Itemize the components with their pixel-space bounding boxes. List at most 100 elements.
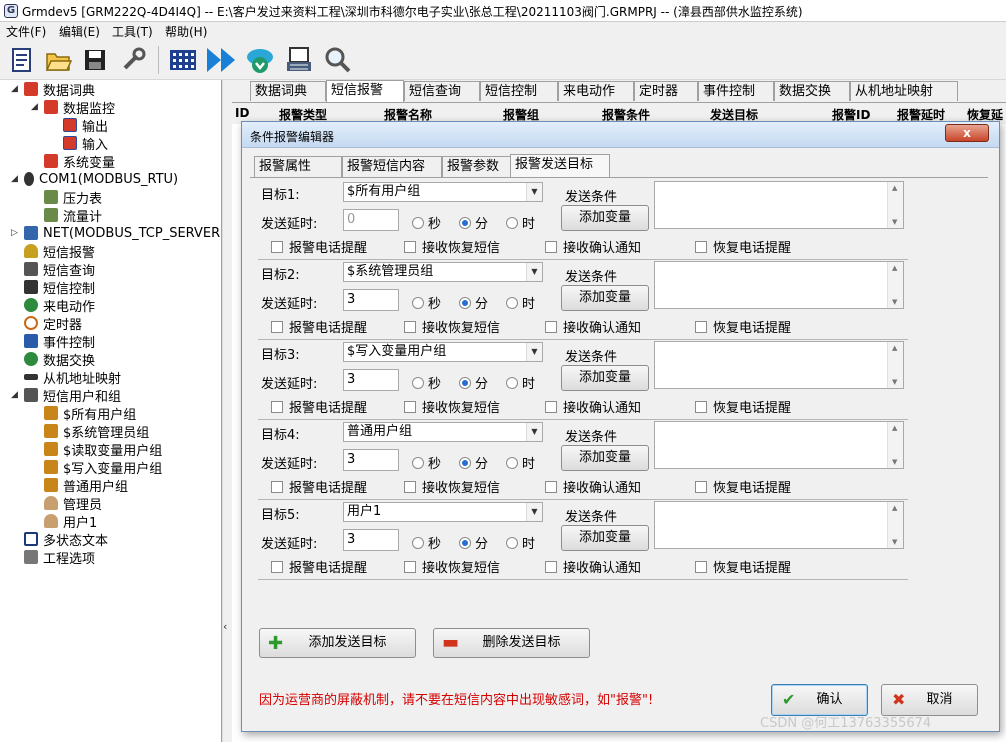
- tree-node[interactable]: 管理员: [44, 494, 102, 513]
- send-condition-input[interactable]: ▲ ▼: [654, 181, 904, 229]
- option-checkbox[interactable]: 报警电话提醒: [271, 477, 367, 496]
- checkbox-box-icon[interactable]: [695, 320, 707, 333]
- radio-dot-icon[interactable]: [459, 456, 471, 469]
- add-variable-button[interactable]: 添加变量: [561, 365, 649, 391]
- delay-unit-radio[interactable]: 时: [506, 533, 535, 552]
- option-checkbox[interactable]: 接收恢复短信: [404, 237, 500, 256]
- delay-unit-radio[interactable]: 分: [459, 213, 488, 232]
- tab-slave-address-map[interactable]: 从机地址映射: [850, 81, 958, 101]
- chevron-down-icon[interactable]: ▼: [526, 263, 542, 281]
- tab-sms-alarm[interactable]: 短信报警: [326, 80, 404, 102]
- scrollbar[interactable]: ▲ ▼: [887, 262, 903, 308]
- tree-node[interactable]: 短信控制: [24, 278, 95, 297]
- menu-tools[interactable]: 工具(T): [112, 23, 153, 40]
- send-delay-input[interactable]: 3: [343, 289, 399, 311]
- dialog-title-bar[interactable]: 条件报警编辑器 x: [242, 122, 999, 148]
- delay-unit-radio[interactable]: 时: [506, 453, 535, 472]
- scroll-up-icon[interactable]: ▲: [892, 264, 897, 272]
- tree-node[interactable]: 从机地址映射: [24, 368, 121, 387]
- radio-dot-icon[interactable]: [506, 376, 518, 389]
- tree-node[interactable]: 系统变量: [44, 152, 115, 171]
- add-variable-button[interactable]: 添加变量: [561, 205, 649, 231]
- delay-unit-radio[interactable]: 秒: [412, 533, 441, 552]
- radio-dot-icon[interactable]: [459, 216, 471, 229]
- tree-node[interactable]: ◢ 数据监控: [31, 98, 115, 117]
- open-folder-icon[interactable]: [42, 44, 74, 76]
- option-checkbox[interactable]: 接收确认通知: [545, 397, 641, 416]
- tree-node[interactable]: $读取变量用户组: [44, 440, 162, 459]
- delay-unit-radio[interactable]: 时: [506, 373, 535, 392]
- send-condition-input[interactable]: ▲ ▼: [654, 341, 904, 389]
- download-icon[interactable]: [244, 44, 276, 76]
- tab-data-dictionary[interactable]: 数据词典: [250, 81, 326, 101]
- radio-dot-icon[interactable]: [459, 376, 471, 389]
- tree-node[interactable]: 数据交换: [24, 350, 95, 369]
- menu-file[interactable]: 文件(F): [6, 23, 46, 40]
- delay-unit-radio[interactable]: 秒: [412, 213, 441, 232]
- tree-node[interactable]: $系统管理员组: [44, 422, 149, 441]
- scroll-down-icon[interactable]: ▼: [892, 218, 897, 226]
- scroll-down-icon[interactable]: ▼: [892, 378, 897, 386]
- delay-unit-radio[interactable]: 时: [506, 213, 535, 232]
- checkbox-box-icon[interactable]: [695, 480, 707, 493]
- checkbox-box-icon[interactable]: [404, 480, 416, 493]
- radio-dot-icon[interactable]: [412, 376, 424, 389]
- tree-node[interactable]: 用户1: [44, 512, 97, 531]
- radio-dot-icon[interactable]: [412, 536, 424, 549]
- chevron-down-icon[interactable]: ▼: [526, 423, 542, 441]
- collapse-arrow-icon[interactable]: ‹: [223, 620, 227, 633]
- radio-dot-icon[interactable]: [459, 536, 471, 549]
- checkbox-box-icon[interactable]: [695, 400, 707, 413]
- tree-node[interactable]: ◢ 短信用户和组: [11, 386, 121, 405]
- scroll-down-icon[interactable]: ▼: [892, 458, 897, 466]
- scrollbar[interactable]: ▲ ▼: [887, 182, 903, 228]
- new-file-icon[interactable]: [6, 44, 38, 76]
- option-checkbox[interactable]: 报警电话提醒: [271, 317, 367, 336]
- tree-expander-icon[interactable]: ▷: [11, 228, 18, 238]
- close-icon[interactable]: x: [945, 124, 989, 142]
- tab-alarm-properties[interactable]: 报警属性: [254, 156, 342, 177]
- tree-node[interactable]: ◢ COM1(MODBUS_RTU): [11, 170, 178, 188]
- tab-data-exchange[interactable]: 数据交换: [774, 81, 850, 101]
- chevron-down-icon[interactable]: ▼: [526, 183, 542, 201]
- checkbox-box-icon[interactable]: [404, 320, 416, 333]
- option-checkbox[interactable]: 恢复电话提醒: [695, 397, 791, 416]
- send-condition-input[interactable]: ▲ ▼: [654, 501, 904, 549]
- column-header[interactable]: ID: [235, 106, 249, 120]
- checkbox-box-icon[interactable]: [545, 400, 557, 413]
- menu-help[interactable]: 帮助(H): [165, 23, 207, 40]
- send-condition-input[interactable]: ▲ ▼: [654, 421, 904, 469]
- option-checkbox[interactable]: 接收恢复短信: [404, 477, 500, 496]
- splitter[interactable]: ‹: [222, 80, 230, 742]
- radio-dot-icon[interactable]: [412, 296, 424, 309]
- menu-edit[interactable]: 编辑(E): [59, 23, 100, 40]
- send-delay-input[interactable]: 3: [343, 369, 399, 391]
- tab-alarm-parameters[interactable]: 报警参数: [442, 156, 512, 177]
- option-checkbox[interactable]: 恢复电话提醒: [695, 317, 791, 336]
- scroll-down-icon[interactable]: ▼: [892, 538, 897, 546]
- radio-dot-icon[interactable]: [459, 296, 471, 309]
- tab-sms-control[interactable]: 短信控制: [480, 81, 558, 101]
- delay-unit-radio[interactable]: 分: [459, 453, 488, 472]
- send-delay-input[interactable]: 3: [343, 529, 399, 551]
- checkbox-box-icon[interactable]: [271, 400, 283, 413]
- search-icon[interactable]: [322, 44, 354, 76]
- tree-node[interactable]: $所有用户组: [44, 404, 136, 423]
- add-target-button[interactable]: ✚ 添加发送目标: [259, 628, 416, 658]
- checkbox-box-icon[interactable]: [545, 560, 557, 573]
- scroll-up-icon[interactable]: ▲: [892, 424, 897, 432]
- target-group-select[interactable]: $所有用户组 ▼: [343, 182, 543, 202]
- scrollbar[interactable]: ▲ ▼: [887, 502, 903, 548]
- tree-node[interactable]: 工程选项: [24, 548, 95, 567]
- scroll-down-icon[interactable]: ▼: [892, 298, 897, 306]
- option-checkbox[interactable]: 接收确认通知: [545, 237, 641, 256]
- scroll-up-icon[interactable]: ▲: [892, 184, 897, 192]
- tree-node[interactable]: 事件控制: [24, 332, 95, 351]
- option-checkbox[interactable]: 接收确认通知: [545, 317, 641, 336]
- device-icon[interactable]: [283, 44, 315, 76]
- tree-node[interactable]: 多状态文本: [24, 530, 108, 549]
- tab-timer[interactable]: 定时器: [634, 81, 698, 101]
- tree-node[interactable]: 压力表: [44, 188, 102, 207]
- radio-dot-icon[interactable]: [506, 296, 518, 309]
- checkbox-box-icon[interactable]: [271, 240, 283, 253]
